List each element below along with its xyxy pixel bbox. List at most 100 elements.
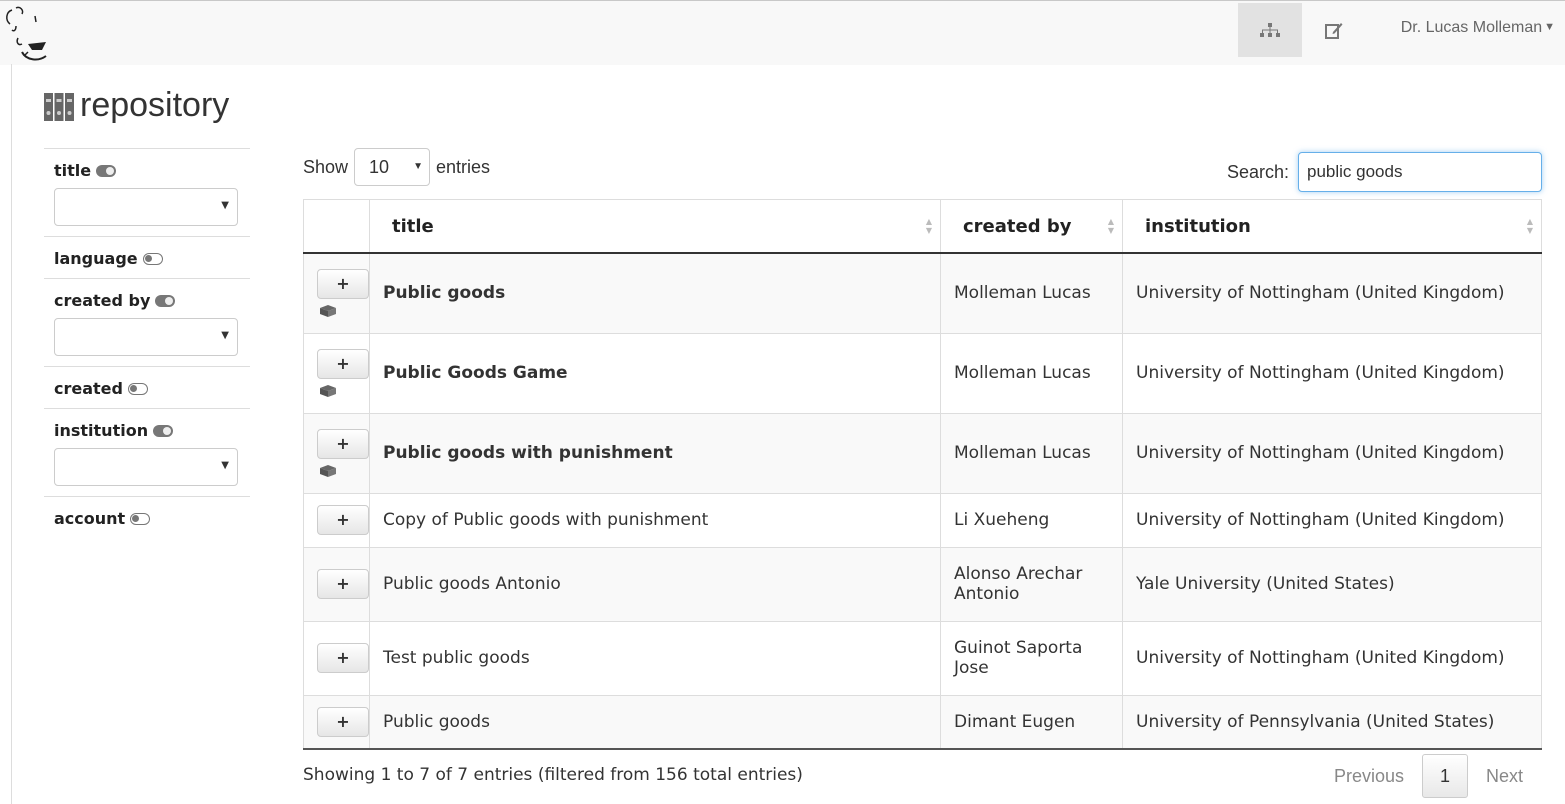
edit-nav-button[interactable] — [1302, 3, 1366, 57]
toggle-icon[interactable] — [96, 164, 117, 177]
filter-label-text: title — [54, 161, 92, 180]
filter-title: title ▼ — [44, 148, 250, 236]
left-border — [11, 64, 12, 804]
row-control-cell: + — [303, 412, 370, 494]
sitemap-nav-button[interactable] — [1238, 3, 1302, 57]
cell-created-by: Li Xueheng — [940, 492, 1123, 548]
search-label: Search: — [1226, 161, 1289, 182]
row-control-cell: + — [303, 620, 370, 696]
column-header-label: institution — [1145, 215, 1251, 237]
page-length-select[interactable]: 10 ▼ — [354, 148, 431, 186]
table-info: Showing 1 to 7 of 7 entries (filtered fr… — [303, 765, 803, 785]
search-control: Search: — [1227, 152, 1542, 192]
expand-row-button[interactable]: + — [317, 505, 369, 535]
table-header-row: title ▲ ▼ created by ▲ ▼ institution ▲ ▼ — [303, 199, 1542, 254]
cell-institution: University of Nottingham (United Kingdom… — [1122, 492, 1542, 548]
sort-icon: ▲ ▼ — [1526, 217, 1533, 235]
box-icon — [320, 385, 336, 397]
expand-row-button[interactable]: + — [317, 349, 369, 379]
filter-select[interactable]: ▼ — [54, 188, 238, 226]
filter-select[interactable]: ▼ — [54, 448, 238, 486]
toggle-icon[interactable] — [142, 252, 163, 265]
entries-label: entries — [436, 156, 491, 177]
previous-page-button[interactable]: Previous — [1316, 766, 1422, 787]
expand-row-button[interactable]: + — [317, 569, 369, 599]
column-header-label: created by — [963, 215, 1072, 237]
filter-label-text: created by — [54, 291, 151, 310]
sort-icon: ▲ ▼ — [1107, 217, 1114, 235]
table-row: + Public goods Dimant Eugen University of P… — [303, 694, 1542, 750]
filter-label: created — [54, 379, 240, 398]
show-label: Show — [303, 156, 349, 177]
expand-row-button[interactable]: + — [317, 269, 369, 300]
cell-title[interactable]: Public goods — [369, 252, 941, 334]
next-page-button[interactable]: Next — [1468, 766, 1541, 787]
search-input[interactable] — [1298, 152, 1542, 192]
caret-down-icon: ▼ — [1544, 21, 1555, 33]
filter-label-text: language — [54, 249, 138, 268]
row-control-cell: + — [303, 546, 370, 622]
filter-account: account — [44, 496, 250, 538]
filter-label-text: institution — [54, 421, 149, 440]
filter-language: language — [44, 236, 250, 278]
cell-created-by: Dimant Eugen — [940, 694, 1123, 750]
toggle-icon[interactable] — [153, 424, 174, 437]
toggle-icon[interactable] — [130, 512, 151, 525]
cell-created-by: Molleman Lucas — [940, 412, 1123, 494]
select-arrow-icon: ▼ — [221, 460, 229, 471]
filter-panel: title ▼ language created by ▼ created institut… — [44, 148, 250, 538]
cell-title[interactable]: Public goods — [369, 694, 941, 750]
table-row: + Copy of Public goods with punishment Li … — [303, 492, 1542, 548]
select-arrow-icon: ▼ — [413, 161, 424, 172]
table-row: + Test public goods Guinot Saporta Jose Uni… — [303, 620, 1542, 696]
column-header-label: title — [392, 215, 434, 237]
bear-logo-icon[interactable] — [2, 4, 52, 62]
table-row: + Public goods Molleman Lucas University of… — [303, 252, 1542, 334]
sort-icon: ▲ ▼ — [925, 217, 932, 235]
cell-title[interactable]: Public goods Antonio — [369, 546, 941, 622]
user-name: Dr. Lucas Molleman — [1400, 19, 1543, 36]
sitemap-icon — [1260, 23, 1280, 37]
binders-icon — [44, 92, 74, 121]
expand-row-button[interactable]: + — [317, 643, 369, 673]
pagination: Previous 1 Next — [1316, 754, 1541, 798]
page-length-control: Show 10 ▼ entries — [303, 148, 490, 186]
cell-created-by: Guinot Saporta Jose — [940, 620, 1123, 696]
table-row: + Public goods Antonio Alonso Arechar Anto… — [303, 546, 1542, 622]
row-control-cell: + — [303, 694, 370, 750]
cell-title[interactable]: Copy of Public goods with punishment — [369, 492, 941, 548]
cell-institution: University of Nottingham (United Kingdom… — [1122, 412, 1542, 494]
column-header-created-by[interactable]: created by ▲ ▼ — [940, 199, 1123, 254]
cell-institution: University of Nottingham (United Kingdom… — [1122, 620, 1542, 696]
filter-institution: institution ▼ — [44, 408, 250, 496]
box-icon — [320, 305, 336, 318]
user-menu-dropdown[interactable]: Dr. Lucas Molleman ▼ — [1401, 19, 1555, 37]
filter-label: institution — [54, 421, 240, 440]
cell-created-by: Molleman Lucas — [940, 252, 1123, 334]
cell-created-by: Molleman Lucas — [940, 332, 1123, 414]
cell-created-by: Alonso Arechar Antonio — [940, 546, 1123, 622]
filter-label-text: created — [54, 379, 123, 398]
filter-label: language — [54, 249, 240, 268]
filter-select[interactable]: ▼ — [54, 318, 238, 356]
page-button-current[interactable]: 1 — [1421, 754, 1468, 798]
expand-row-button[interactable]: + — [317, 429, 369, 459]
expand-row-button[interactable]: + — [317, 706, 369, 737]
column-header-title[interactable]: title ▲ ▼ — [369, 199, 941, 254]
select-arrow-icon: ▼ — [221, 200, 229, 211]
control-column-header — [303, 199, 370, 254]
toggle-icon[interactable] — [127, 382, 148, 395]
cell-title[interactable]: Public Goods Game — [369, 332, 941, 414]
filter-created: created — [44, 366, 250, 408]
cell-title[interactable]: Public goods with punishment — [369, 412, 941, 494]
cell-title[interactable]: Test public goods — [369, 620, 941, 696]
filter-label-text: account — [54, 509, 126, 528]
filter-label: title — [54, 161, 240, 180]
toggle-icon[interactable] — [155, 294, 176, 307]
row-control-cell: + — [303, 252, 370, 334]
cell-institution: University of Nottingham (United Kingdom… — [1122, 252, 1542, 334]
page-title-text: repository — [80, 86, 230, 124]
select-arrow-icon: ▼ — [221, 330, 229, 341]
column-header-institution[interactable]: institution ▲ ▼ — [1122, 199, 1542, 254]
filter-created-by: created by ▼ — [44, 278, 250, 366]
